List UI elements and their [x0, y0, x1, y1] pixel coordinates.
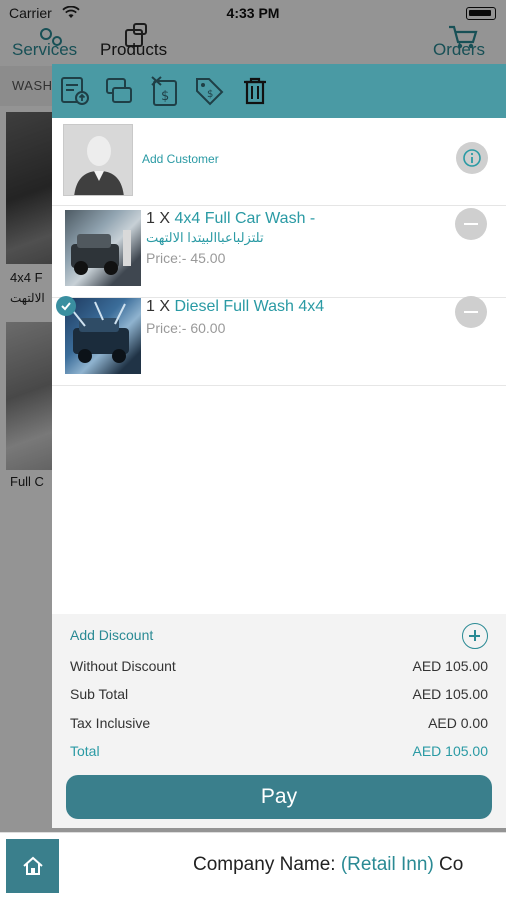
avatar [63, 124, 133, 196]
customer-info-button[interactable] [456, 142, 488, 174]
info-icon [463, 149, 481, 167]
total-label: Total [70, 743, 100, 759]
item-selected-check[interactable] [56, 296, 76, 316]
home-button[interactable] [6, 839, 59, 893]
transfer-icon [106, 78, 132, 103]
without-discount-value: AED 105.00 [412, 658, 489, 674]
item-quantity: 1 X [146, 298, 171, 315]
item-price: Price:- 45.00 [146, 250, 226, 266]
cart-panel: $ $ Add Customer 1 X 4x4 Full Car Wash -… [52, 64, 506, 828]
user-placeholder-icon [74, 136, 124, 195]
item-quantity: 1 X [146, 210, 171, 227]
invoice-upload-button[interactable] [58, 74, 92, 108]
cash-cut-icon: $ [151, 76, 177, 106]
item-thumbnail [65, 210, 141, 286]
tag-discount-icon: $ [196, 78, 224, 106]
sub-total-value: AED 105.00 [412, 686, 489, 702]
add-discount-plus-icon[interactable] [462, 623, 488, 649]
item-thumbnail [65, 298, 141, 374]
transfer-button[interactable] [102, 74, 136, 108]
item-details: 1 X 4x4 Full Car Wash - تلتزلباعباالبيتد… [146, 210, 446, 266]
customer-row[interactable]: Add Customer [52, 118, 506, 206]
bottom-bar: Company Name: (Retail Inn) Co [0, 832, 506, 900]
item-title: 1 X 4x4 Full Car Wash - [146, 210, 446, 228]
car-wash-image [71, 230, 131, 275]
item-name[interactable]: 4x4 Full Car Wash - [174, 210, 315, 227]
tag-discount-button[interactable]: $ [192, 74, 226, 108]
company-trailing: Co [439, 854, 464, 875]
without-discount-label: Without Discount [70, 658, 176, 674]
company-marquee: Company Name: (Retail Inn) Co [193, 854, 463, 876]
remove-item-button[interactable] [455, 208, 487, 240]
order-summary: Add Discount Without Discount AED 105.00… [52, 614, 506, 828]
home-icon [22, 856, 43, 875]
pay-button[interactable]: Pay [66, 775, 492, 819]
diesel-wash-image [68, 301, 129, 363]
order-item[interactable]: 1 X 4x4 Full Car Wash - تلتزلباعباالبيتد… [52, 206, 506, 298]
invoice-upload-icon [61, 77, 89, 105]
svg-text:$: $ [207, 89, 213, 100]
item-name-arabic: تلتزلباعباالبيتدا الالتهت [146, 230, 264, 245]
tax-label: Tax Inclusive [70, 715, 151, 731]
company-value: (Retail Inn) [340, 854, 434, 875]
svg-text:$: $ [161, 89, 169, 104]
delete-cart-button[interactable] [238, 74, 272, 108]
checkmark-icon [61, 302, 71, 311]
item-title: 1 X Diesel Full Wash 4x4 [146, 298, 446, 316]
order-item[interactable]: 1 X Diesel Full Wash 4x4 Price:- 60.00 [52, 294, 506, 386]
item-name[interactable]: Diesel Full Wash 4x4 [174, 298, 324, 315]
add-customer-link[interactable]: Add Customer [142, 152, 219, 166]
item-details: 1 X Diesel Full Wash 4x4 Price:- 60.00 [146, 298, 446, 336]
company-label: Company Name: [193, 854, 336, 875]
total-value: AED 105.00 [412, 743, 489, 759]
remove-item-button[interactable] [455, 296, 487, 328]
cart-toolbar: $ $ [52, 64, 506, 118]
cash-cut-button[interactable]: $ [148, 74, 182, 108]
tax-value: AED 0.00 [428, 715, 488, 731]
sub-total-label: Sub Total [70, 686, 129, 702]
item-price: Price:- 60.00 [146, 320, 226, 336]
add-discount-label[interactable]: Add Discount [70, 627, 153, 643]
trash-icon [244, 77, 266, 105]
